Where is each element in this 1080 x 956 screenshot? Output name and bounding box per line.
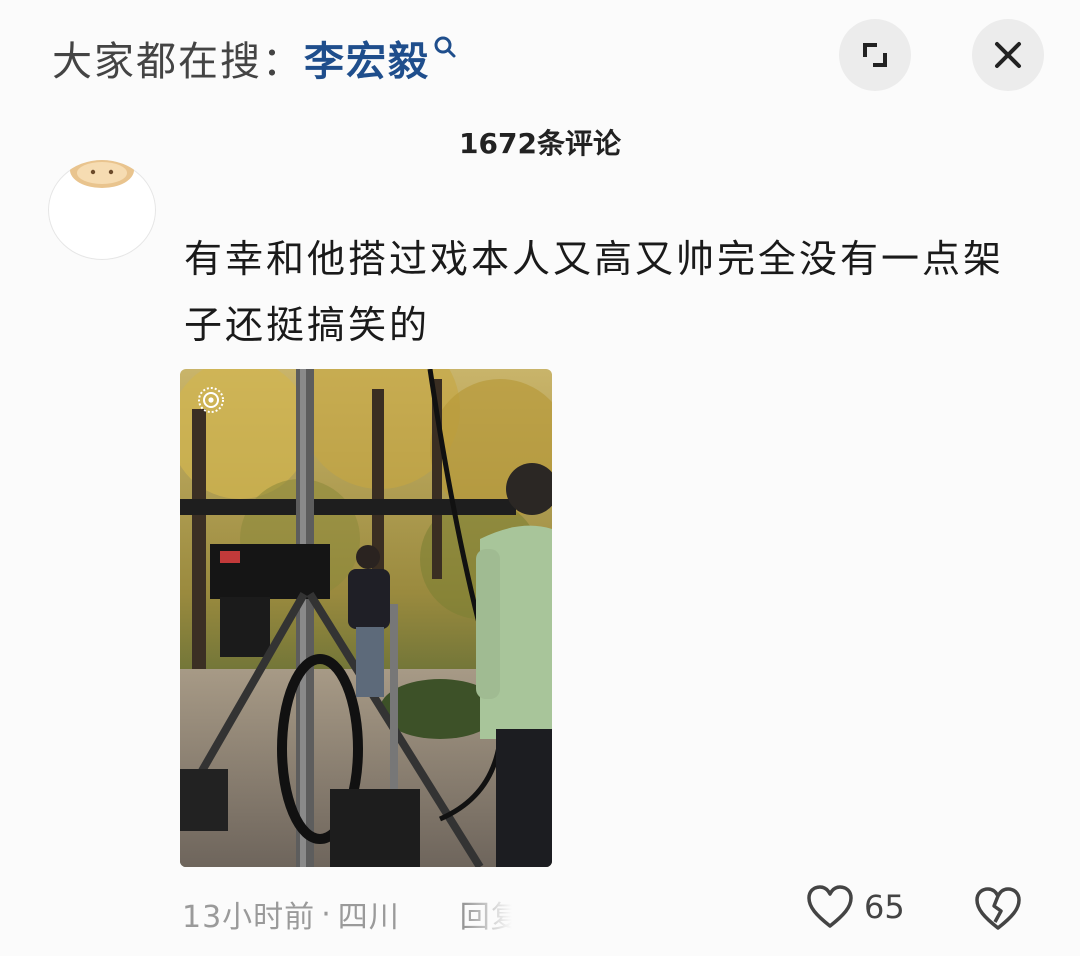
like-button[interactable]: 65 [806,884,905,930]
heart-icon [807,885,853,928]
trending-search-term[interactable]: 李宏毅 [304,29,430,87]
like-count: 65 [864,888,905,926]
trending-search[interactable]: 大家都在搜： 李宏毅 [52,28,458,88]
comment-location: 四川 [337,900,400,935]
expand-icon [863,43,887,67]
expand-button[interactable] [839,19,911,91]
avatar[interactable] [48,160,156,260]
comment-photo[interactable] [180,369,552,867]
meta-separator: · [321,896,332,932]
dislike-button[interactable] [974,886,1022,936]
comment-count-title: 1672条评论 [459,127,621,160]
search-icon[interactable] [432,34,458,60]
comment-text: 有幸和他搭过戏本人又高又帅完全没有一点架子还挺搞笑的 [184,237,1005,347]
broken-heart-icon [975,887,1021,930]
close-icon [995,42,1021,68]
comment-time: 13小时前 [182,900,316,935]
close-button[interactable] [972,19,1044,91]
meta-fade-overlay [440,886,600,944]
trending-search-prefix: 大家都在搜： [52,39,304,85]
